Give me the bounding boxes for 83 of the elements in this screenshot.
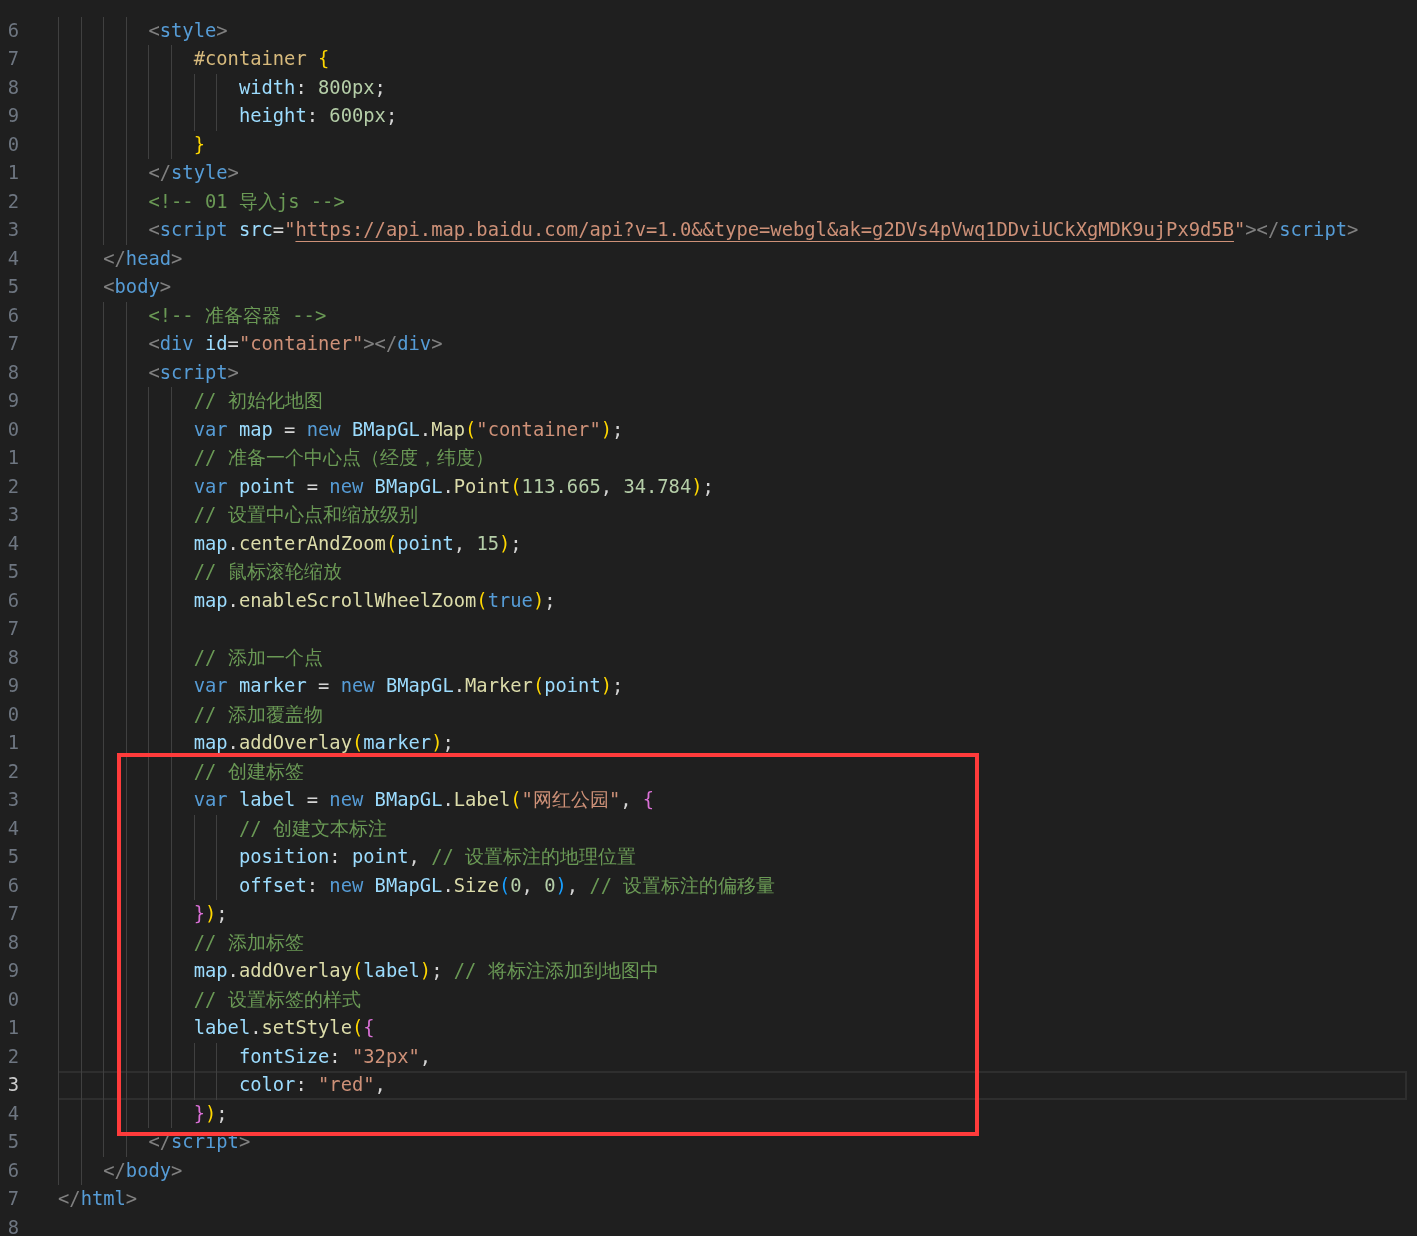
code-line: position: point, // 设置标注的地理位置 <box>238 845 637 870</box>
line-number: 5 <box>6 275 19 300</box>
line-number: 2 <box>6 189 19 214</box>
line-number: 9 <box>6 104 19 129</box>
code-line: map.addOverlay(marker); <box>193 731 454 756</box>
line-number: 8 <box>6 645 19 670</box>
line-number: 5 <box>6 1130 19 1155</box>
line-number: 7 <box>6 332 19 357</box>
line-number: 0 <box>6 132 19 157</box>
line-number: 9 <box>6 389 19 414</box>
line-number: 5 <box>6 845 19 870</box>
code-line: // 鼠标滚轮缩放 <box>193 560 342 585</box>
code-line: label.setStyle({ <box>193 1016 375 1041</box>
code-line: </style> <box>148 161 239 186</box>
line-number: 8 <box>6 930 19 955</box>
code-line: width: 800px; <box>238 75 386 100</box>
line-number: 9 <box>6 959 19 984</box>
code-line: // 初始化地图 <box>193 389 323 414</box>
code-line: <script> <box>148 360 239 385</box>
code-line: // 创建标签 <box>193 759 304 784</box>
line-number: 6 <box>6 1158 19 1183</box>
code-line: // 添加标签 <box>193 930 304 955</box>
code-line: </body> <box>103 1158 183 1183</box>
code-line: <!-- 01 导入js --> <box>148 189 345 214</box>
code-line: // 设置标签的样式 <box>193 987 361 1012</box>
code-line: fontSize: "32px", <box>238 1044 432 1069</box>
code-line: }); <box>193 1101 228 1126</box>
code-line: } <box>193 132 205 157</box>
code-line: map.centerAndZoom(point, 15); <box>193 531 522 556</box>
code-line: offset: new BMapGL.Size(0, 0), // 设置标注的偏移量 <box>238 873 776 898</box>
line-number: 1 <box>6 1016 19 1041</box>
code-line: </html> <box>58 1187 138 1212</box>
code-line: // 创建文本标注 <box>238 816 387 841</box>
line-number: 6 <box>6 873 19 898</box>
line-number: 5 <box>6 560 19 585</box>
line-number: 4 <box>6 531 19 556</box>
line-number: 9 <box>6 674 19 699</box>
line-number: 4 <box>6 816 19 841</box>
line-number: 0 <box>6 417 19 442</box>
line-number: 8 <box>6 75 19 100</box>
line-number: 7 <box>6 902 19 927</box>
line-number: 7 <box>6 617 19 642</box>
code-line: }); <box>193 902 228 927</box>
code-line: map.addOverlay(label); // 将标注添加到地图中 <box>193 959 659 984</box>
code-line: color: "red", <box>238 1073 386 1098</box>
line-number: 1 <box>6 446 19 471</box>
code-line: // 准备一个中心点（经度，纬度） <box>193 446 494 471</box>
line-number: 7 <box>6 47 19 72</box>
code-line: height: 600px; <box>238 104 398 129</box>
line-number: 6 <box>6 18 19 43</box>
code-line: var label = new BMapGL.Label("网红公园", { <box>193 788 655 813</box>
code-line: var point = new BMapGL.Point(113.665, 34.784); <box>193 474 714 499</box>
line-number: 0 <box>6 702 19 727</box>
code-line: #container { <box>193 47 330 72</box>
line-number: 2 <box>6 1044 19 1069</box>
line-number: 4 <box>6 1101 19 1126</box>
code-line: // 添加覆盖物 <box>193 702 323 727</box>
line-number: 6 <box>6 588 19 613</box>
line-number: 3 <box>6 503 19 528</box>
line-number: 2 <box>6 759 19 784</box>
line-number: 1 <box>6 731 19 756</box>
line-number: 8 <box>6 360 19 385</box>
code-line: var map = new BMapGL.Map("container"); <box>193 417 624 442</box>
line-number: 8 <box>6 1215 19 1236</box>
code-line: <!-- 准备容器 --> <box>148 303 327 328</box>
line-number: 3 <box>6 218 19 243</box>
line-number: 7 <box>6 1187 19 1212</box>
code-line: <script src="https://api.map.baidu.com/api?v=1.0&&type=webgl&ak=g2DVs4pVwq1DDviUCkXgMDK9ujPx9d5B"></script> <box>148 218 1359 243</box>
line-number: 1 <box>6 161 19 186</box>
line-number: 2 <box>6 474 19 499</box>
line-number: 6 <box>6 303 19 328</box>
code-line: <div id="container"></div> <box>148 332 443 357</box>
code-line: // 添加一个点 <box>193 645 323 670</box>
code-line: </head> <box>103 246 183 271</box>
line-number: 3 <box>6 788 19 813</box>
code-line: map.enableScrollWheelZoom(true); <box>193 588 556 613</box>
line-number: 4 <box>6 246 19 271</box>
code-line: var marker = new BMapGL.Marker(point); <box>193 674 624 699</box>
line-number: 0 <box>6 987 19 1012</box>
code-line: <body> <box>103 275 172 300</box>
code-line: <style> <box>148 18 228 43</box>
code-line: // 设置中心点和缩放级别 <box>193 503 418 528</box>
line-number: 3 <box>6 1073 19 1098</box>
